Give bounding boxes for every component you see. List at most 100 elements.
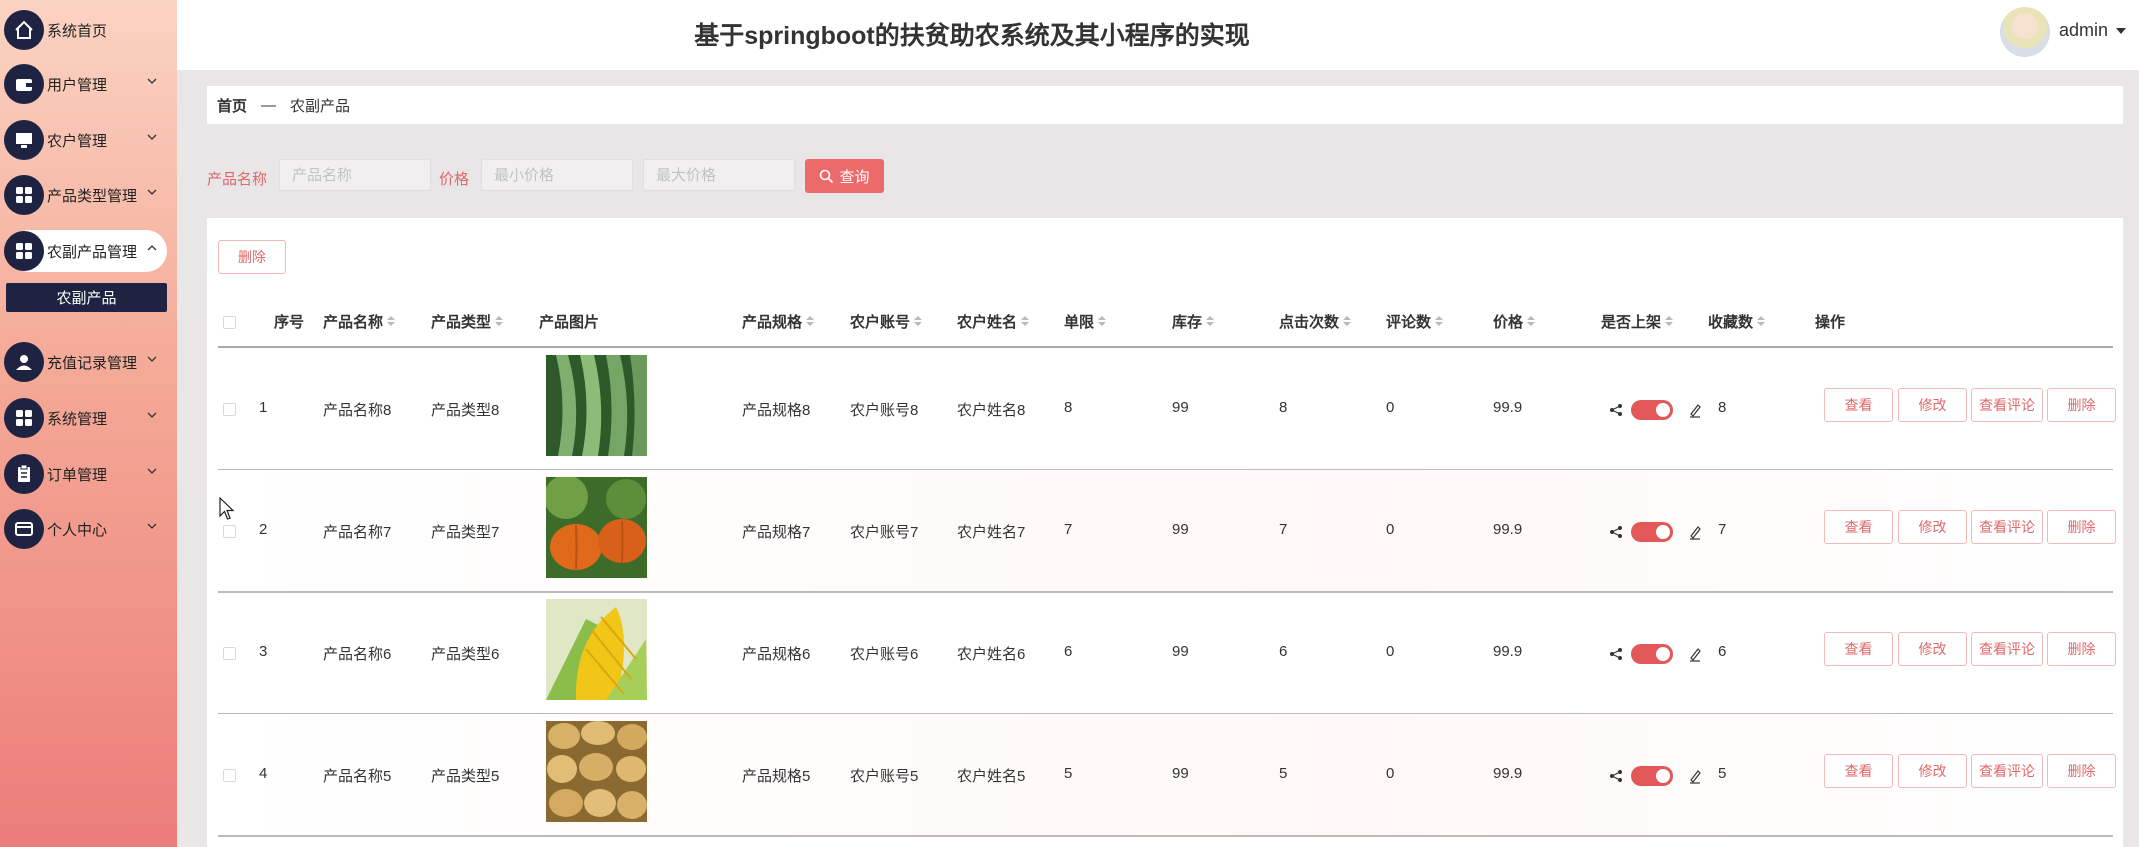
- cell-price: 99.9: [1493, 521, 1523, 538]
- sidebar-item-profile[interactable]: 个人中心: [0, 507, 177, 551]
- on-sale-switch[interactable]: [1631, 400, 1673, 420]
- min-price-input[interactable]: [481, 159, 633, 191]
- view-button[interactable]: 查看: [1824, 754, 1893, 788]
- breadcrumb-separator: —: [261, 96, 277, 114]
- table-row: 1 产品名称8 产品类型8 产品规格8 农户账号8 农户姓名8 8 99 8 0 99.9 8 查看 修改…: [218, 348, 2116, 471]
- product-image: [546, 355, 647, 456]
- breadcrumb-home[interactable]: 首页: [217, 95, 247, 116]
- sidebar-item-label: 个人中心: [47, 521, 108, 539]
- col-name[interactable]: 产品名称: [323, 306, 396, 336]
- sort-icon[interactable]: [1665, 316, 1674, 326]
- edit-icon[interactable]: [1688, 646, 1702, 662]
- sort-icon[interactable]: [914, 316, 923, 326]
- sidebar-item-label: 产品类型管理: [47, 187, 138, 205]
- edit-button[interactable]: 修改: [1898, 754, 1967, 788]
- sort-icon[interactable]: [1098, 316, 1107, 326]
- col-account[interactable]: 农户账号: [850, 306, 923, 336]
- edit-button[interactable]: 修改: [1898, 388, 1967, 422]
- sidebar-item-agri-products[interactable]: 农副产品管理: [0, 229, 177, 273]
- sort-icon[interactable]: [495, 316, 504, 326]
- view-comments-button[interactable]: 查看评论: [1971, 510, 2043, 544]
- query-button[interactable]: 查询: [805, 159, 884, 193]
- sort-icon[interactable]: [1757, 316, 1766, 326]
- cell-favorites: 6: [1718, 643, 1727, 660]
- share-icon[interactable]: [1609, 769, 1623, 783]
- submenu-item-agri-products[interactable]: 农副产品: [6, 283, 167, 312]
- share-icon[interactable]: [1609, 403, 1623, 417]
- view-comments-button[interactable]: 查看评论: [1971, 754, 2043, 788]
- sort-icon[interactable]: [1435, 316, 1444, 326]
- col-type[interactable]: 产品类型: [431, 306, 504, 336]
- sidebar-item-product-types[interactable]: 产品类型管理: [0, 173, 177, 217]
- cell-name: 产品名称8: [323, 402, 392, 419]
- view-button[interactable]: 查看: [1824, 510, 1893, 544]
- wallet-icon: [4, 64, 44, 104]
- grid-icon: [4, 231, 44, 271]
- col-price[interactable]: 价格: [1493, 306, 1536, 336]
- view-comments-button[interactable]: 查看评论: [1971, 632, 2043, 666]
- sort-icon[interactable]: [1343, 316, 1352, 326]
- cell-favorites: 5: [1718, 765, 1727, 782]
- col-clicks[interactable]: 点击次数: [1279, 306, 1352, 336]
- edit-icon[interactable]: [1688, 524, 1702, 540]
- col-spec[interactable]: 产品规格: [742, 306, 815, 336]
- product-image: [546, 721, 647, 822]
- on-sale-switch[interactable]: [1631, 522, 1673, 542]
- col-limit[interactable]: 单限: [1064, 306, 1107, 336]
- on-sale-switch[interactable]: [1631, 644, 1673, 664]
- row-checkbox[interactable]: [223, 769, 236, 782]
- col-on-sale[interactable]: 是否上架: [1601, 306, 1674, 336]
- col-farmer[interactable]: 农户姓名: [957, 306, 1030, 336]
- col-stock[interactable]: 库存: [1172, 306, 1215, 336]
- card-icon: [4, 509, 44, 549]
- select-all-checkbox[interactable]: [223, 316, 236, 329]
- cell-stock: 99: [1172, 643, 1189, 660]
- cell-comments: 0: [1386, 643, 1395, 660]
- grid-icon: [4, 398, 44, 438]
- share-icon[interactable]: [1609, 647, 1623, 661]
- col-favorites[interactable]: 收藏数: [1708, 306, 1766, 336]
- view-button[interactable]: 查看: [1824, 632, 1893, 666]
- cell-farmer: 农户姓名7: [957, 524, 1026, 541]
- cell-price: 99.9: [1493, 765, 1523, 782]
- edit-icon[interactable]: [1688, 768, 1702, 784]
- view-comments-button[interactable]: 查看评论: [1971, 388, 2043, 422]
- chevron-down-icon: [147, 412, 157, 418]
- cell-stock: 99: [1172, 399, 1189, 416]
- cell-index: 1: [259, 399, 268, 416]
- row-checkbox[interactable]: [223, 647, 236, 660]
- max-price-input[interactable]: [643, 159, 795, 191]
- sort-icon[interactable]: [806, 316, 815, 326]
- user-menu[interactable]: admin: [2059, 20, 2127, 41]
- sidebar-item-orders[interactable]: 订单管理: [0, 452, 177, 496]
- sort-icon[interactable]: [1527, 316, 1536, 326]
- sort-icon[interactable]: [1206, 316, 1215, 326]
- sort-icon[interactable]: [1021, 316, 1030, 326]
- delete-button[interactable]: 删除: [2047, 632, 2116, 666]
- delete-button[interactable]: 删除: [2047, 754, 2116, 788]
- sort-icon[interactable]: [387, 316, 396, 326]
- sidebar-item-farmers[interactable]: 农户管理: [0, 118, 177, 162]
- avatar[interactable]: [2000, 7, 2050, 57]
- sidebar-item-home[interactable]: 系统首页: [0, 8, 177, 52]
- sidebar-item-users[interactable]: 用户管理: [0, 62, 177, 106]
- cell-clicks: 6: [1279, 643, 1288, 660]
- row-checkbox[interactable]: [223, 525, 236, 538]
- share-icon[interactable]: [1609, 525, 1623, 539]
- edit-button[interactable]: 修改: [1898, 510, 1967, 544]
- col-comments[interactable]: 评论数: [1386, 306, 1444, 336]
- name-input[interactable]: [279, 159, 431, 191]
- view-button[interactable]: 查看: [1824, 388, 1893, 422]
- edit-button[interactable]: 修改: [1898, 632, 1967, 666]
- cell-clicks: 5: [1279, 765, 1288, 782]
- col-index: 序号: [274, 313, 305, 331]
- batch-delete-button[interactable]: 删除: [218, 240, 286, 274]
- on-sale-switch[interactable]: [1631, 766, 1673, 786]
- row-checkbox[interactable]: [223, 403, 236, 416]
- edit-icon[interactable]: [1688, 402, 1702, 418]
- cell-farmer: 农户姓名8: [957, 402, 1026, 419]
- sidebar-item-recharge[interactable]: 充值记录管理: [0, 340, 177, 384]
- delete-button[interactable]: 删除: [2047, 510, 2116, 544]
- sidebar-item-system[interactable]: 系统管理: [0, 396, 177, 440]
- delete-button[interactable]: 删除: [2047, 388, 2116, 422]
